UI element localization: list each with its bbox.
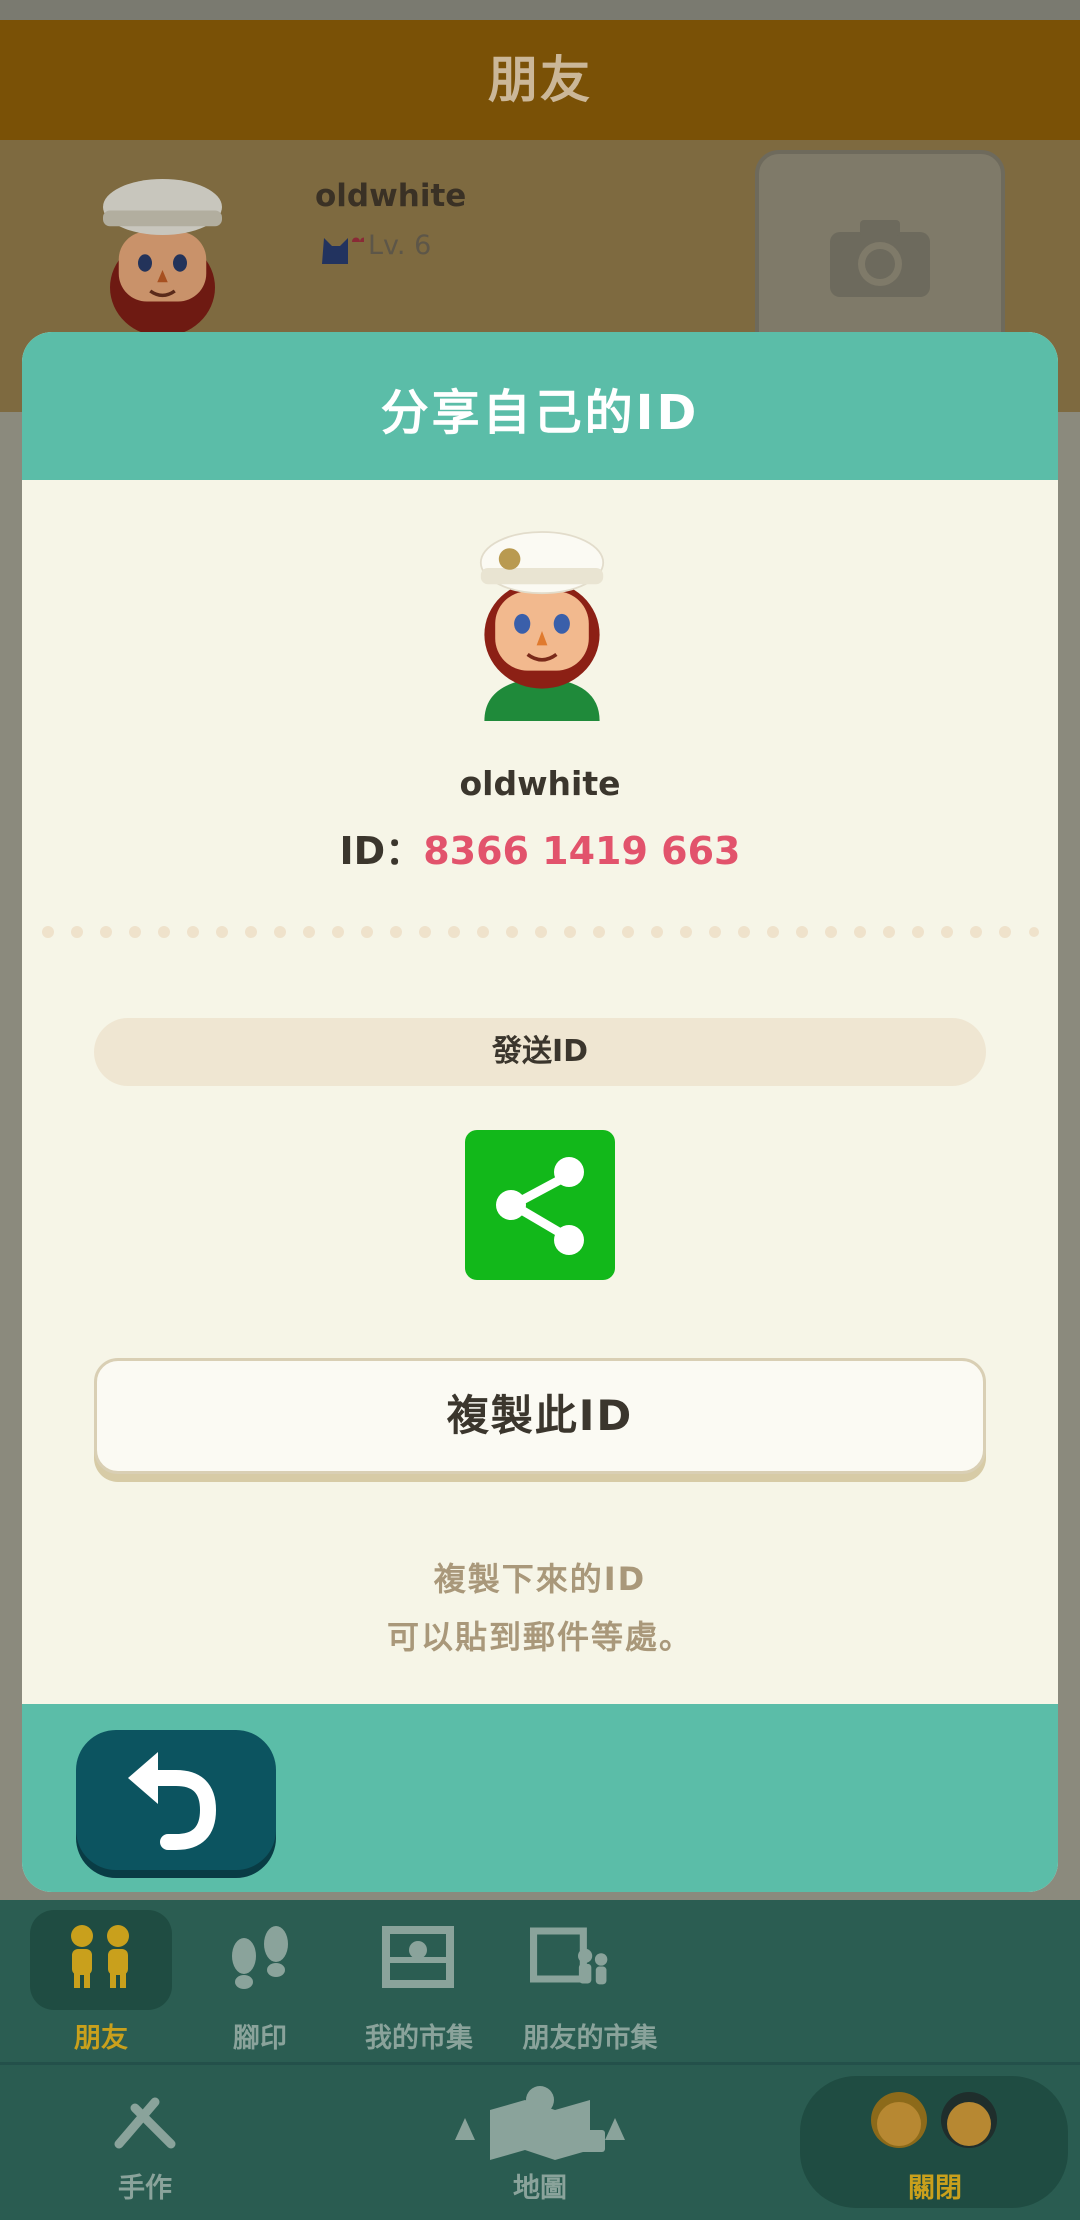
share-id-modal: 分享自己的ID oldwhite ID：8366 1419 663 發送ID 複…: [22, 332, 1058, 1892]
id-value: 8366 1419 663: [423, 829, 741, 873]
friends-icon: [71, 1925, 129, 1988]
avatar-icon: [103, 179, 222, 337]
id-label: ID：: [339, 829, 424, 873]
user-name: oldwhite: [459, 764, 621, 803]
copy-id-label: 複製此ID: [446, 1391, 634, 1440]
nav-close[interactable]: 關閉: [850, 2166, 1020, 2205]
tab-my-market[interactable]: 我的市集: [334, 2016, 504, 2055]
modal-title: 分享自己的ID: [380, 385, 700, 441]
copy-note-line2: 可以貼到郵件等處。: [386, 1618, 693, 1656]
villagers-icon: [871, 2092, 997, 2148]
dotted-divider: [42, 926, 1039, 938]
profile-name: oldwhite: [315, 178, 467, 214]
avatar-large-icon: [479, 531, 605, 721]
status-bar: [0, 0, 1080, 20]
back-arrow-icon: [128, 1752, 217, 1850]
tab-friends[interactable]: 朋友: [16, 2016, 186, 2055]
camera-icon: [830, 220, 930, 297]
nav-map[interactable]: 地圖: [455, 2166, 625, 2205]
map-icon: [455, 2086, 625, 2160]
share-button[interactable]: [465, 1130, 615, 1280]
share-icon: [496, 1157, 584, 1255]
tab-footprints[interactable]: 腳印: [175, 2016, 345, 2055]
page-title: 朋友: [488, 51, 592, 109]
friends-market-icon: [530, 1927, 608, 1985]
send-id-label: 發送ID: [491, 1034, 589, 1069]
nav-craft[interactable]: 手作: [60, 2166, 230, 2205]
copy-note-line1: 複製下來的ID: [433, 1560, 647, 1598]
back-button[interactable]: [76, 1730, 276, 1870]
id-line: ID：8366 1419 663: [22, 820, 1058, 875]
cat-icon: [322, 237, 364, 264]
craft-icon: [114, 2097, 176, 2149]
profile-level: Lv. 6: [368, 230, 432, 261]
tab-friends-market[interactable]: 朋友的市集: [490, 2016, 690, 2055]
footprints-icon: [232, 1926, 288, 1989]
my-market-icon: [382, 1926, 454, 1988]
